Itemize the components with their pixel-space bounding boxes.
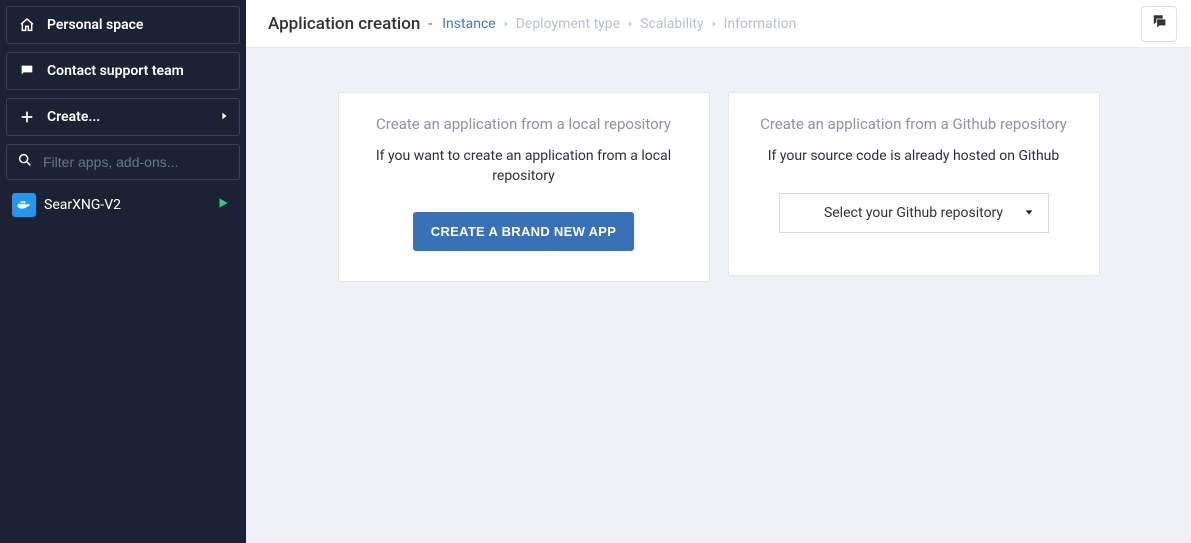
- topbar-right: [1141, 6, 1177, 42]
- filter-input-row[interactable]: [6, 144, 240, 180]
- create-new-app-button[interactable]: Create a brand new app: [413, 212, 634, 251]
- github-card-desc: If your source code is already hosted on…: [757, 147, 1071, 167]
- sidebar: Personal space Contact support team Crea…: [0, 0, 246, 543]
- create-button[interactable]: Create...: [6, 98, 240, 136]
- chevron-right-icon: [502, 16, 510, 32]
- main-area: Application creation - Instance Deployme…: [246, 0, 1191, 543]
- breadcrumb-deployment-type[interactable]: Deployment type: [516, 16, 620, 32]
- page-title: Application creation: [268, 14, 420, 34]
- home-icon: [17, 17, 37, 33]
- breadcrumb-dash: -: [428, 16, 432, 32]
- filter-input[interactable]: [43, 154, 229, 170]
- github-repo-card: Create an application from a Github repo…: [728, 92, 1100, 276]
- create-label: Create...: [47, 109, 100, 125]
- breadcrumb-scalability[interactable]: Scalability: [640, 16, 704, 32]
- content-area: Create an application from a local repos…: [246, 48, 1191, 543]
- local-repo-card: Create an application from a local repos…: [338, 92, 710, 282]
- chat-icon: [17, 63, 37, 79]
- app-item-name: SearXNG-V2: [44, 197, 121, 213]
- chevron-right-icon: [219, 109, 229, 125]
- contact-support-label: Contact support team: [47, 63, 184, 79]
- topbar: Application creation - Instance Deployme…: [246, 0, 1191, 48]
- personal-space-label: Personal space: [47, 17, 143, 33]
- search-icon: [17, 152, 33, 172]
- sidebar-app-item[interactable]: SearXNG-V2: [6, 188, 240, 222]
- personal-space-button[interactable]: Personal space: [6, 6, 240, 44]
- contact-support-button[interactable]: Contact support team: [6, 52, 240, 90]
- messages-button[interactable]: [1141, 6, 1177, 42]
- play-icon: [216, 196, 230, 214]
- chevron-down-icon: [1024, 205, 1034, 221]
- breadcrumb-instance[interactable]: Instance: [442, 16, 495, 32]
- breadcrumb: - Instance Deployment type Scalability I…: [426, 16, 800, 32]
- chevron-right-icon: [626, 16, 634, 32]
- github-card-title: Create an application from a Github repo…: [757, 115, 1071, 133]
- plus-icon: [17, 109, 37, 125]
- breadcrumb-information[interactable]: Information: [724, 16, 797, 32]
- local-card-title: Create an application from a local repos…: [367, 115, 681, 133]
- messages-icon: [1150, 13, 1168, 35]
- chevron-right-icon: [710, 16, 718, 32]
- local-card-desc: If you want to create an application fro…: [367, 147, 681, 186]
- github-select-label: Select your Github repository: [824, 205, 1003, 221]
- docker-icon: [12, 193, 36, 217]
- github-repo-select[interactable]: Select your Github repository: [779, 193, 1049, 233]
